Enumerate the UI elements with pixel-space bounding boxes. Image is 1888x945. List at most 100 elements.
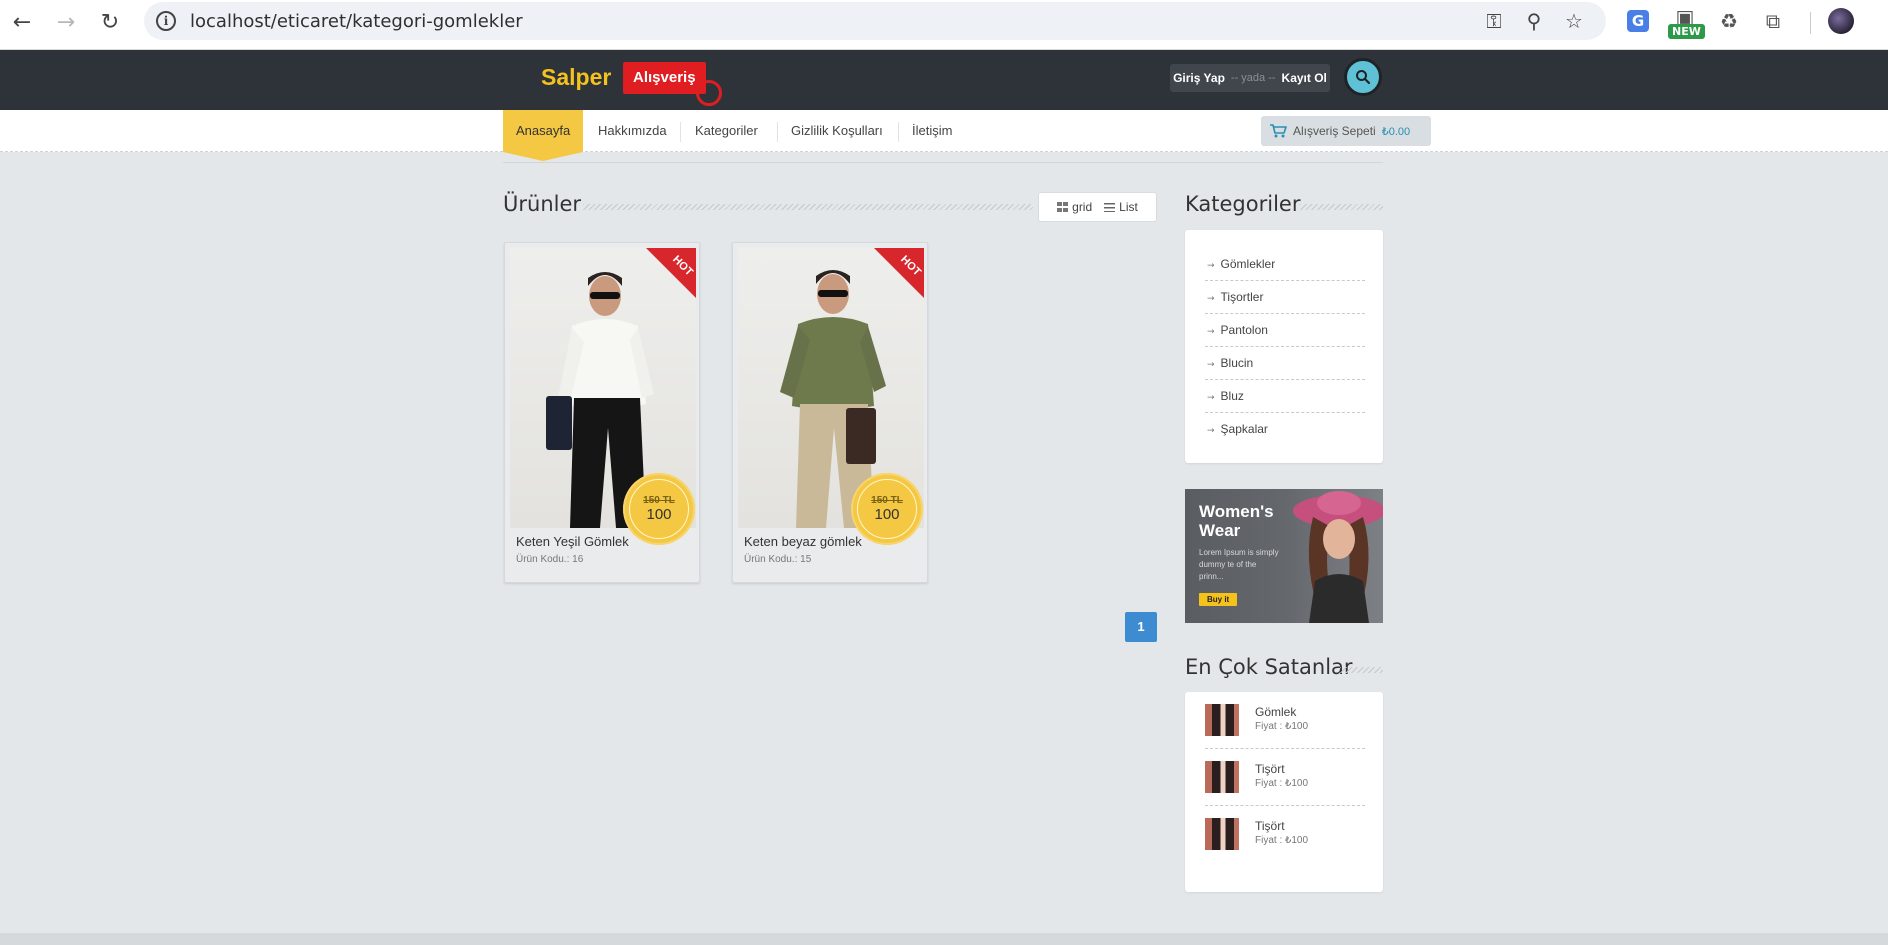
product-name[interactable]: Keten beyaz gömlek xyxy=(744,534,864,549)
grid-icon xyxy=(1057,202,1069,212)
auth-box: Giriş Yap -- yada -- Kayıt Ol xyxy=(1170,64,1330,92)
promo-model-image xyxy=(1293,491,1383,623)
nav-divider xyxy=(680,122,681,142)
nav-privacy[interactable]: Gizlilik Koşulları xyxy=(778,110,896,152)
profile-avatar[interactable] xyxy=(1828,8,1854,34)
bestseller-thumbnail[interactable] xyxy=(1205,818,1239,850)
password-key-icon[interactable]: ⚿ xyxy=(1482,9,1506,33)
promo-description: Lorem Ipsum is simply dummy te of the pr… xyxy=(1199,548,1279,581)
site-header: Salper Alışveriş Giriş Yap -- yada -- Ka… xyxy=(0,50,1888,110)
price: 100 xyxy=(874,506,900,523)
bestseller-item[interactable]: Tişört Fiyat : ₺100 xyxy=(1205,749,1365,806)
search-icon xyxy=(1356,70,1371,85)
product-name[interactable]: Keten Yeşil Gömlek xyxy=(516,534,636,549)
categories-title: Kategoriler xyxy=(1185,192,1301,216)
content-divider xyxy=(503,162,1383,163)
arrow-right-icon: → xyxy=(1207,327,1215,337)
login-link[interactable]: Giriş Yap xyxy=(1173,71,1225,85)
new-badge: NEW xyxy=(1668,24,1705,39)
category-label: Pantolon xyxy=(1220,323,1268,337)
old-price: 150 TL xyxy=(871,495,903,506)
reload-icon[interactable]: ↻ xyxy=(96,8,124,36)
register-link[interactable]: Kayıt Ol xyxy=(1282,71,1327,85)
extensions-puzzle-icon[interactable]: ⧉ xyxy=(1760,8,1786,34)
product-card[interactable]: HOT 150 TL 100 Keten beyaz gömlek Ürün K… xyxy=(732,242,928,583)
old-price: 150 TL xyxy=(643,495,675,506)
forward-icon[interactable]: → xyxy=(52,8,80,36)
arrow-right-icon: → xyxy=(1207,393,1215,403)
arrow-right-icon: → xyxy=(1207,426,1215,436)
bestseller-item[interactable]: Tişört Fiyat : ₺100 xyxy=(1205,806,1365,863)
product-code: Ürün Kodu.: 16 xyxy=(516,554,584,565)
category-item[interactable]: → Şapkalar xyxy=(1205,413,1365,446)
cart-button[interactable]: Alışveriş Sepeti ₺0.00 xyxy=(1261,116,1431,146)
cart-amount: ₺0.00 xyxy=(1381,125,1411,138)
product-card[interactable]: HOT 150 TL 100 Keten Yeşil Gömlek Ürün K… xyxy=(504,242,700,583)
category-label: Bluz xyxy=(1220,389,1244,403)
grid-label: grid xyxy=(1072,200,1093,214)
zoom-icon[interactable]: ⚲ xyxy=(1522,9,1546,33)
nav-contact[interactable]: İletişim xyxy=(899,110,965,152)
title-rule xyxy=(1340,667,1383,673)
category-label: Blucin xyxy=(1220,356,1254,370)
bookmark-star-icon[interactable]: ☆ xyxy=(1562,9,1586,33)
category-list: → Gömlekler → Tişortler → Pantolon → Blucin … xyxy=(1185,230,1383,463)
arrow-right-icon: → xyxy=(1207,360,1215,370)
title-rule xyxy=(583,204,1033,210)
bestseller-name[interactable]: Tişört xyxy=(1255,819,1285,833)
recycle-extension-icon[interactable]: ♻ xyxy=(1716,8,1742,34)
arrow-right-icon: → xyxy=(1207,261,1215,271)
category-item[interactable]: → Bluz xyxy=(1205,380,1365,413)
main-nav: Anasayfa Hakkımızda Kategoriler Gizlilik… xyxy=(0,110,1888,161)
price: 100 xyxy=(646,506,672,523)
bestseller-item[interactable]: Gömlek Fiyat : ₺100 xyxy=(1205,692,1365,749)
bestseller-list: Gömlek Fiyat : ₺100 Tişört Fiyat : ₺100 … xyxy=(1185,692,1383,892)
cart-label: Alışveriş Sepeti xyxy=(1293,124,1376,138)
pagination-page[interactable]: 1 xyxy=(1125,612,1157,642)
auth-or: -- yada -- xyxy=(1230,72,1276,84)
list-view-button[interactable]: List xyxy=(1104,200,1138,214)
footer-strip xyxy=(0,933,1888,945)
category-label: Gömlekler xyxy=(1220,257,1276,271)
bestseller-thumbnail[interactable] xyxy=(1205,704,1239,736)
toolbar-divider xyxy=(1810,12,1811,34)
bestseller-price: Fiyat : ₺100 xyxy=(1255,721,1309,732)
promo-buy-button[interactable]: Buy it xyxy=(1199,593,1238,606)
bestseller-thumbnail[interactable] xyxy=(1205,761,1239,793)
logo-text[interactable]: Salper xyxy=(541,64,611,91)
promo-banner[interactable]: Women's Wear Lorem Ipsum is simply dummy… xyxy=(1185,489,1383,623)
category-item[interactable]: → Tişortler xyxy=(1205,281,1365,314)
browser-toolbar: ← → ↻ i localhost/eticaret/kategori-goml… xyxy=(0,0,1888,50)
category-item[interactable]: → Gömlekler xyxy=(1205,248,1365,281)
bestseller-price: Fiyat : ₺100 xyxy=(1255,835,1309,846)
logo-tag[interactable]: Alışveriş xyxy=(623,62,706,94)
nav-categories[interactable]: Kategoriler xyxy=(682,110,771,152)
list-label: List xyxy=(1119,200,1138,214)
logo-tag-ring xyxy=(696,80,722,106)
category-label: Tişortler xyxy=(1220,290,1264,304)
bestseller-price: Fiyat : ₺100 xyxy=(1255,778,1309,789)
bestseller-name[interactable]: Tişört xyxy=(1255,762,1285,776)
title-rule xyxy=(1300,204,1383,210)
site-info-icon[interactable]: i xyxy=(156,11,176,31)
arrow-right-icon: → xyxy=(1207,294,1215,304)
product-code: Ürün Kodu.: 15 xyxy=(744,554,812,565)
back-icon[interactable]: ← xyxy=(8,8,36,36)
nav-about[interactable]: Hakkımızda xyxy=(585,110,680,152)
category-item[interactable]: → Pantolon xyxy=(1205,314,1365,347)
url-text[interactable]: localhost/eticaret/kategori-gomlekler xyxy=(190,11,523,32)
bestseller-name[interactable]: Gömlek xyxy=(1255,705,1296,719)
address-bar[interactable]: i localhost/eticaret/kategori-gomlekler … xyxy=(144,2,1606,40)
nav-home[interactable]: Anasayfa xyxy=(503,110,584,161)
cart-icon xyxy=(1270,124,1287,138)
list-icon xyxy=(1104,202,1116,212)
translate-extension-icon[interactable]: G xyxy=(1627,10,1649,32)
category-item[interactable]: → Blucin xyxy=(1205,347,1365,380)
grid-view-button[interactable]: grid xyxy=(1057,200,1092,214)
view-toggle: grid List xyxy=(1038,192,1157,222)
search-button[interactable] xyxy=(1344,58,1382,96)
category-label: Şapkalar xyxy=(1220,422,1268,436)
products-title: Ürünler xyxy=(503,192,582,216)
bestsellers-title: En Çok Satanlar xyxy=(1185,655,1353,679)
promo-title: Women's Wear xyxy=(1199,502,1274,540)
